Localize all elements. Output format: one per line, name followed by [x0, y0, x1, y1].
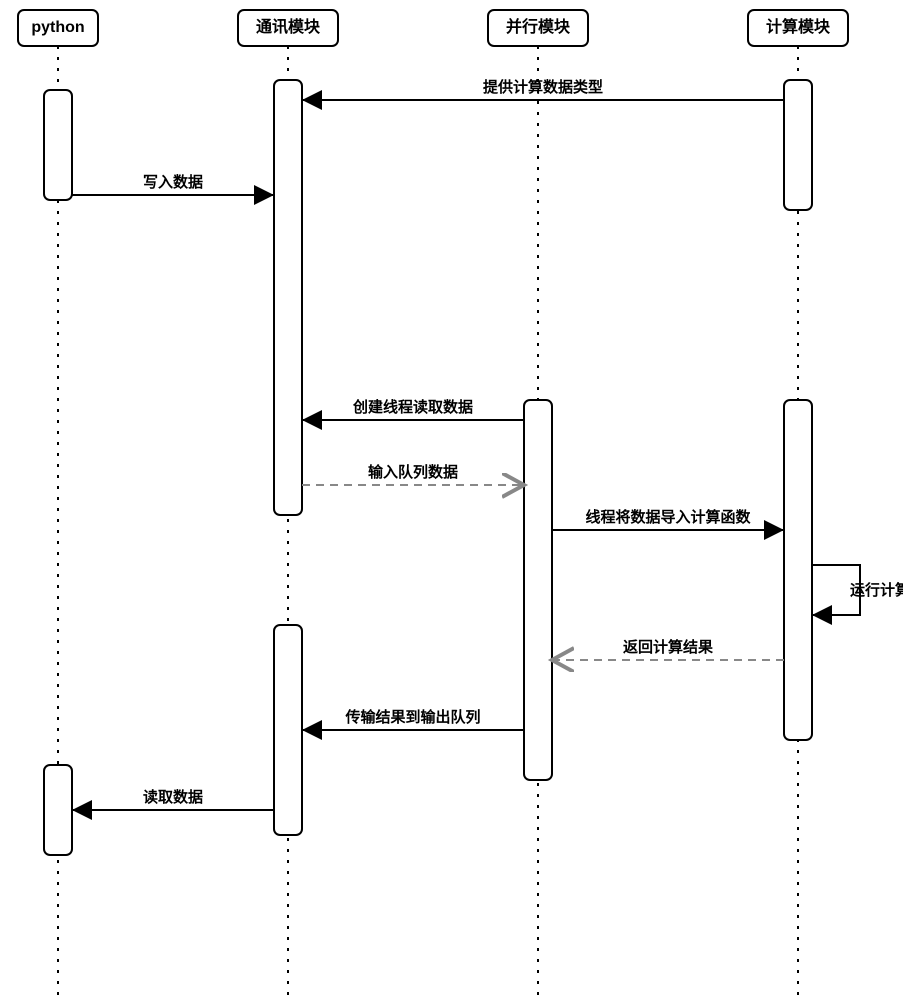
msg-read-data: 读取数据 [143, 788, 203, 806]
lane-comm: 通讯模块 [256, 17, 321, 36]
msg-write-data: 写入数据 [143, 173, 203, 191]
msg-create-thread: 创建线程读取数据 [352, 398, 473, 416]
msg-run-compute: 运行计算函数 [850, 581, 903, 599]
msg-input-queue: 输入队列数据 [368, 463, 458, 481]
msg-provide-type: 提供计算数据类型 [483, 78, 603, 96]
lane-parallel: 并行模块 [506, 17, 571, 36]
msg-transfer-output: 传输结果到输出队列 [344, 708, 480, 726]
lane-compute: 计算模块 [766, 17, 831, 36]
sequence-diagram: python 通讯模块 并行模块 计算模块 提供计算数据类型 写入数据 创建线程… [0, 0, 903, 1000]
msg-import-compute: 线程将数据导入计算函数 [585, 508, 751, 526]
lane-python: python [31, 19, 84, 36]
msg-return-result: 返回计算结果 [623, 638, 714, 656]
